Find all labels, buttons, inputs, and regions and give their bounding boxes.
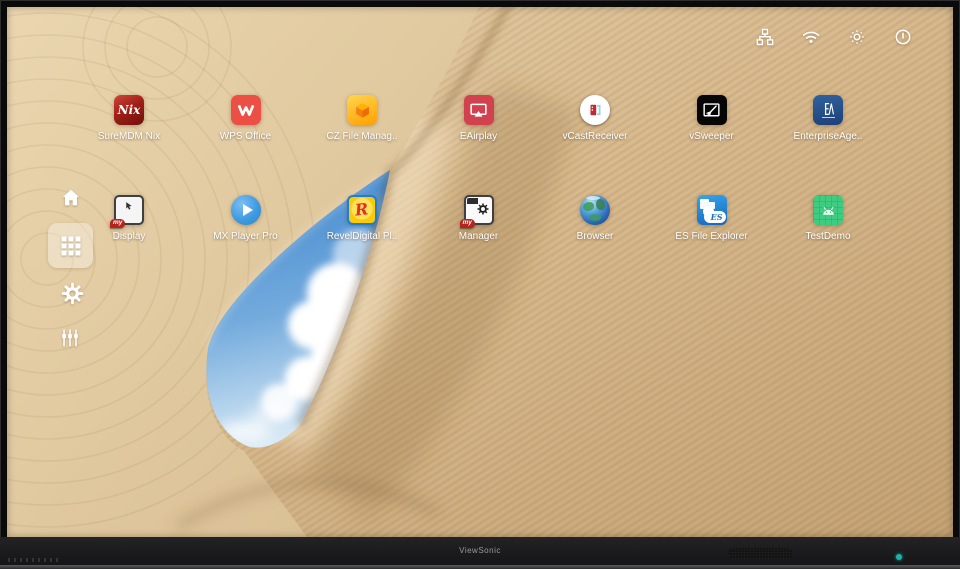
display-device-frame: Nix SureMDM Nix WPS Office CZ File Manag.. E… bbox=[0, 0, 960, 569]
app-wps-office[interactable]: WPS Office bbox=[188, 95, 304, 142]
app-label: vCastReceiver bbox=[562, 131, 627, 142]
my-manager-icon: my bbox=[464, 195, 494, 225]
vcast-receiver-icon bbox=[580, 95, 610, 125]
app-es-file-explorer[interactable]: ES ES File Explorer bbox=[654, 195, 770, 242]
suremdm-nix-icon: Nix bbox=[114, 95, 144, 125]
app-label: Display bbox=[113, 231, 146, 242]
app-grid: Nix SureMDM Nix WPS Office CZ File Manag.. E… bbox=[71, 7, 891, 277]
mx-player-pro-icon bbox=[231, 195, 261, 225]
es-file-explorer-icon: ES bbox=[697, 195, 727, 225]
browser-globe-icon bbox=[580, 195, 610, 225]
app-mx-player-pro[interactable]: MX Player Pro bbox=[188, 195, 304, 242]
sliders-icon bbox=[59, 327, 81, 349]
app-vsweeper[interactable]: vSweeper bbox=[654, 95, 770, 142]
app-manager[interactable]: my Manager bbox=[421, 195, 537, 242]
app-suremdm-nix[interactable]: Nix SureMDM Nix bbox=[71, 95, 187, 142]
app-reveldigital-pl[interactable]: R RevelDigital Pl.. bbox=[304, 195, 420, 242]
app-label: SureMDM Nix bbox=[98, 131, 160, 142]
power-led bbox=[896, 554, 902, 560]
brand-logo: ViewSonic bbox=[0, 546, 960, 555]
touch-sensor-pill bbox=[728, 548, 793, 559]
app-label: TestDemo bbox=[805, 231, 850, 242]
app-label: WPS Office bbox=[220, 131, 272, 142]
app-testdemo[interactable]: TestDemo bbox=[770, 195, 886, 242]
cz-file-manager-icon bbox=[347, 95, 377, 125]
wps-office-icon bbox=[231, 95, 261, 125]
revel-digital-icon: R bbox=[347, 195, 377, 225]
app-label: EAirplay bbox=[460, 131, 497, 142]
app-eairplay[interactable]: EAirplay bbox=[421, 95, 537, 142]
app-label: MX Player Pro bbox=[213, 231, 277, 242]
device-base-edge bbox=[0, 565, 960, 569]
sidebar-item-settings[interactable] bbox=[61, 282, 84, 305]
vsweeper-icon bbox=[697, 95, 727, 125]
screen: Nix SureMDM Nix WPS Office CZ File Manag.. E… bbox=[7, 7, 953, 537]
my-display-icon: my bbox=[114, 195, 144, 225]
app-cz-file-manag[interactable]: CZ File Manag.. bbox=[304, 95, 420, 142]
app-enterpriseage[interactable]: EnterpriseAge.. bbox=[770, 95, 886, 142]
app-label: RevelDigital Pl.. bbox=[327, 231, 398, 242]
app-display[interactable]: my Display bbox=[71, 195, 187, 242]
eairplay-icon bbox=[464, 95, 494, 125]
power-icon[interactable] bbox=[893, 27, 913, 47]
app-browser[interactable]: Browser bbox=[537, 195, 653, 242]
app-label: EnterpriseAge.. bbox=[794, 131, 863, 142]
test-demo-icon bbox=[813, 195, 843, 225]
sidebar-item-adjust[interactable] bbox=[59, 327, 81, 349]
app-label: Manager bbox=[459, 231, 498, 242]
app-label: CZ File Manag.. bbox=[326, 131, 397, 142]
app-label: vSweeper bbox=[689, 131, 733, 142]
bezel-markings bbox=[8, 558, 58, 562]
app-vcastreceiver[interactable]: vCastReceiver bbox=[537, 95, 653, 142]
bottom-bezel-bar: ViewSonic bbox=[0, 537, 960, 565]
app-label: Browser bbox=[577, 231, 614, 242]
gear-icon bbox=[61, 282, 84, 305]
enterprise-agent-icon bbox=[813, 95, 843, 125]
app-label: ES File Explorer bbox=[675, 231, 747, 242]
